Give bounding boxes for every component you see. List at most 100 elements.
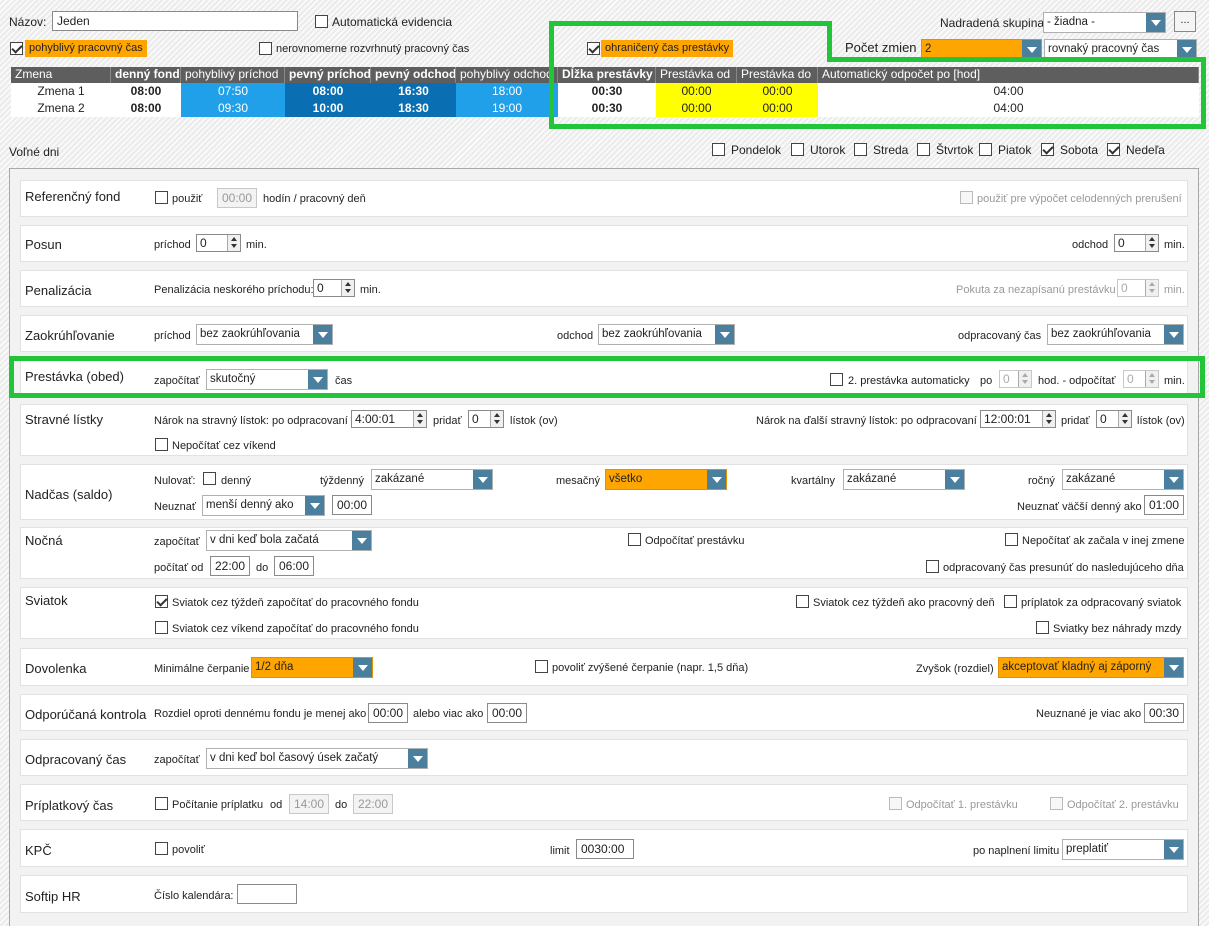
day-label: Sobota [1060,143,1099,157]
kpc-after-select[interactable]: preplatiť [1062,839,1184,860]
chevron-down-icon [1146,13,1165,32]
chevron-down-icon [352,531,371,550]
table-cell[interactable]: 08:00 [285,83,371,100]
stepper-arrows-icon[interactable] [1145,280,1158,296]
bonus-calc-checkbox[interactable] [155,797,168,810]
table-cell[interactable]: 10:00 [285,100,371,117]
ref-use-checkbox[interactable] [155,191,168,204]
stepper-arrows-icon[interactable] [490,411,503,427]
vac-allow-checkbox[interactable] [535,660,548,673]
meal-claim2-stepper[interactable]: 12:00:01 [980,410,1056,428]
panel-title: Odporúčaná kontrola [25,707,147,722]
meal-claim-stepper[interactable]: 4:00:01 [351,410,427,428]
kpc-limit-input[interactable]: 0030:00 [576,839,634,859]
day-checkbox-sunday[interactable] [1107,143,1120,156]
holiday-bonus-checkbox[interactable] [1004,595,1017,608]
panel-title: Stravné lístky [25,412,104,427]
round-dep-select[interactable]: bez zaokrúhľovania [598,324,735,345]
posun-dep-stepper[interactable]: 0 [1114,234,1159,252]
table-cell[interactable]: Zmena 2 [11,100,111,117]
browse-button[interactable]: ... [1174,11,1196,32]
table-cell[interactable]: 08:00 [111,83,181,100]
flex-time-checkbox[interactable] [10,42,23,55]
posun-arr-label: príchod [154,239,191,251]
night-count-select[interactable]: v dni keď bola začatá [206,530,372,551]
stepper-arrows-icon[interactable] [1118,411,1131,427]
night-move-checkbox[interactable] [926,560,939,573]
table-cell[interactable]: 16:30 [371,83,456,100]
name-input[interactable]: Jeden [52,11,298,31]
check-v1-input[interactable]: 00:00 [368,703,408,723]
over-weekly-select[interactable]: zakázané [371,469,493,490]
night-to-input[interactable]: 06:00 [274,556,314,576]
check-or-label: alebo viac ako [413,708,484,720]
over-ignore-time-input[interactable]: 00:00 [332,495,372,515]
highlight-box [827,57,1206,62]
table-cell[interactable]: 18:00 [456,83,558,100]
table-cell[interactable]: 18:30 [371,100,456,117]
chevron-down-icon [305,496,324,515]
table-cell[interactable]: 09:30 [181,100,285,117]
night-from-input[interactable]: 22:00 [210,556,250,576]
table-cell[interactable]: Zmena 1 [11,83,111,100]
check-v3-input[interactable]: 00:30 [1144,703,1184,723]
over-yearly-label: ročný [1028,475,1055,487]
ref-interrupt-checkbox[interactable] [960,191,973,204]
uneven-checkbox[interactable] [259,42,272,55]
over-yearly-select[interactable]: zakázané [1062,469,1184,490]
over-daily-checkbox[interactable] [203,472,216,485]
holiday-workday-checkbox[interactable] [796,595,809,608]
day-checkbox-monday[interactable] [712,143,725,156]
round-arr-select[interactable]: bez zaokrúhľovania [196,324,333,345]
vac-rest-select[interactable]: akceptovať kladný aj záporný [998,657,1184,678]
table-cell[interactable]: 19:00 [456,100,558,117]
chevron-down-icon [707,470,726,489]
bonus-to-input[interactable]: 22:00 [353,794,393,814]
kpc-allow-checkbox[interactable] [155,842,168,855]
bonus-from-input[interactable]: 14:00 [289,794,329,814]
table-cell[interactable]: 08:00 [111,100,181,117]
stepper-arrows-icon[interactable] [1145,235,1158,251]
stepper-arrows-icon[interactable] [1042,411,1055,427]
over-ignore-select[interactable]: menší denný ako [202,495,325,516]
over-quarterly-select[interactable]: zakázané [843,469,965,490]
day-checkbox-thursday[interactable] [917,143,930,156]
vac-min-select[interactable]: 1/2 dňa [251,657,373,678]
softip-cal-input[interactable] [237,884,297,904]
parent-group-select[interactable]: - žiadna - [1043,12,1166,33]
day-checkbox-saturday[interactable] [1041,143,1054,156]
stepper-arrows-icon[interactable] [413,411,426,427]
ref-hours-input[interactable]: 00:00 [217,188,257,208]
col-header: denný fond [111,67,181,83]
day-checkbox-friday[interactable] [979,143,992,156]
pen-stepper[interactable]: 0 [313,279,355,297]
night-other-shift-checkbox[interactable] [1005,533,1018,546]
min-label: min. [1164,284,1185,296]
holiday-week-fund-checkbox[interactable] [155,595,168,608]
bonus-b1-checkbox[interactable] [889,797,902,810]
bonus-b2-checkbox[interactable] [1050,797,1063,810]
posun-arr-stepper[interactable]: 0 [196,234,241,252]
meal-weekend-checkbox[interactable] [155,438,168,451]
worked-count-select[interactable]: v dni keď bol časový úsek začatý [206,748,428,769]
round-work-select[interactable]: bez zaokrúhľovania [1047,324,1184,345]
over-ignore-label: Neuznať [154,501,197,513]
over-monthly-select[interactable]: všetko [605,469,727,490]
day-checkbox-tuesday[interactable] [791,143,804,156]
meal-add2-stepper[interactable]: 0 [1096,410,1132,428]
pen-fine-stepper[interactable]: 0 [1117,279,1159,297]
night-sub-break-checkbox[interactable] [628,533,641,546]
over-ignore2-time-input[interactable]: 01:00 [1144,495,1184,515]
stepper-arrows-icon[interactable] [341,280,354,296]
panel-title: Odpracovaný čas [25,752,127,767]
day-checkbox-wednesday[interactable] [854,143,867,156]
day-label: Nedeľa [1126,143,1165,157]
meal-add-stepper[interactable]: 0 [468,410,504,428]
check-v2-input[interactable]: 00:00 [487,703,527,723]
holiday-unpaid-checkbox[interactable] [1036,621,1049,634]
auto-evid-checkbox[interactable] [315,15,328,28]
stepper-arrows-icon[interactable] [227,235,240,251]
holiday-weekend-fund-checkbox[interactable] [155,621,168,634]
chevron-down-icon [1164,658,1183,677]
table-cell[interactable]: 07:50 [181,83,285,100]
